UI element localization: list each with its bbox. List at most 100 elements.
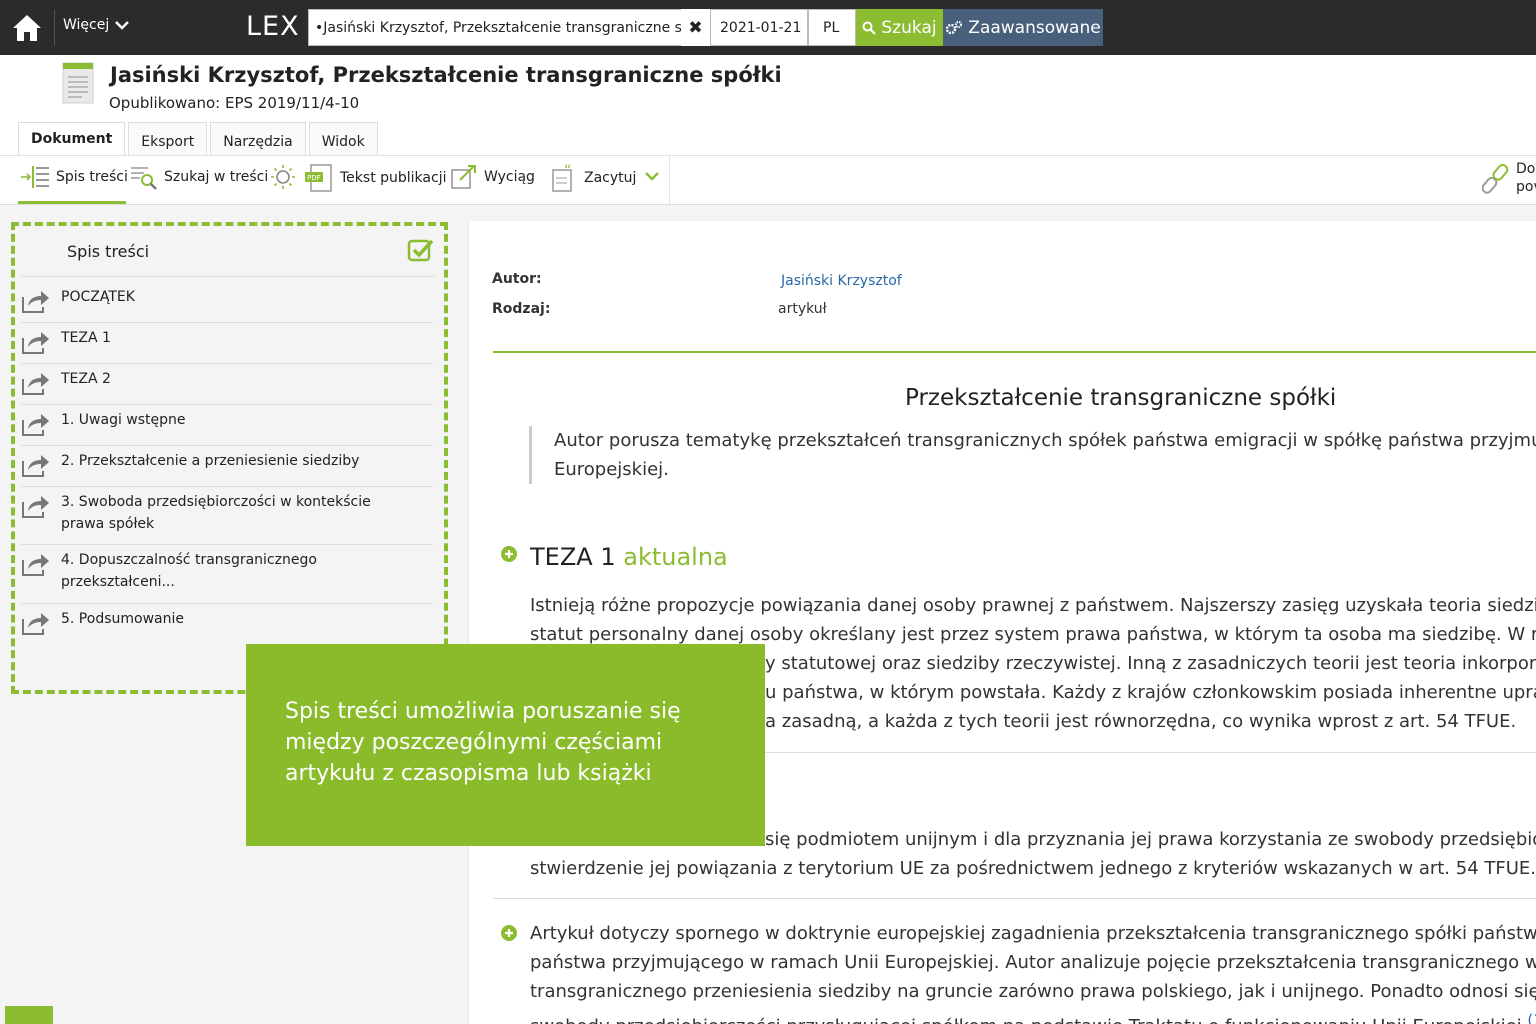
divider xyxy=(54,10,55,45)
link-icon xyxy=(1482,163,1509,194)
expand-plus-icon[interactable] xyxy=(500,545,518,563)
date-field[interactable]: 2021-01-21 xyxy=(710,9,808,46)
excerpt-label: Wyciąg xyxy=(484,169,535,185)
document-content: Autor: Jasiński Krzysztof Rodzaj: artyku… xyxy=(468,221,1536,1024)
expand-plus-icon[interactable] xyxy=(500,924,518,942)
quote-icon: “ xyxy=(552,164,572,192)
home-button[interactable] xyxy=(0,0,54,55)
toc-item-podsumowanie[interactable]: 5. Podsumowanie xyxy=(21,608,433,645)
chevron-down-icon xyxy=(645,172,659,181)
type-label: Rodzaj: xyxy=(492,301,551,317)
excerpt-icon xyxy=(451,165,476,189)
callout-line: między poszczególnymi częściami xyxy=(285,730,663,755)
toolbar-divider xyxy=(669,156,670,205)
cite-button[interactable]: “ Zacytuj xyxy=(552,164,636,192)
body-line: Artykuł dotyczy spornego w doktrynie eur… xyxy=(530,923,1536,944)
share-arrow-icon xyxy=(22,496,49,518)
tab-narzedzia[interactable]: Narzędzia xyxy=(210,122,306,155)
thesis-line: a zasadną, a każda z tych teorii jest ró… xyxy=(765,711,1517,732)
search-button-label: Szukaj xyxy=(881,17,937,38)
callout-line: artykułu z czasopisma lub książki xyxy=(285,761,652,786)
toc-item-przeksztalcenie[interactable]: 2. Przekształcenie a przeniesienie siedz… xyxy=(21,450,433,487)
more-tools-button[interactable] xyxy=(644,170,660,182)
share-arrow-icon xyxy=(22,613,49,635)
body-line: transgranicznego przeniesienia siedziby … xyxy=(530,981,1536,1002)
ribbon-tabs: Dokument Eksport Narzędzia Widok xyxy=(18,122,378,156)
header-divider xyxy=(493,351,1536,353)
settings-tab[interactable] xyxy=(5,1006,53,1024)
section-divider xyxy=(493,898,1536,899)
lightbulb-icon xyxy=(271,165,295,189)
author-label: Autor: xyxy=(492,271,542,287)
lex-logo[interactable]: LEX xyxy=(246,11,300,42)
link-label-1: Dol xyxy=(1516,161,1536,177)
share-arrow-icon xyxy=(22,373,49,395)
toc-item-label: 5. Podsumowanie xyxy=(61,611,184,627)
language-select[interactable]: PL xyxy=(808,9,856,46)
tab-eksport[interactable]: Eksport xyxy=(128,122,208,155)
share-arrow-icon xyxy=(22,332,49,354)
article-title: Przekształcenie transgraniczne spółki xyxy=(905,385,1337,411)
search-input[interactable]: •Jasiński Krzysztof, Przekształcenie tra… xyxy=(308,9,710,46)
top-bar: Więcej LEX •Jasiński Krzysztof, Przekszt… xyxy=(0,0,1536,55)
excerpt-button[interactable]: Wyciąg xyxy=(450,164,535,190)
close-icon: ✖ xyxy=(688,17,703,38)
toc-item-uwagi-wstepne[interactable]: 1. Uwagi wstępne xyxy=(21,409,433,446)
search-text-icon xyxy=(131,167,157,190)
thesis-heading: TEZA 1 aktualna xyxy=(530,543,728,571)
search-icon xyxy=(862,21,877,35)
toc-item-label: 2. Przekształcenie a przeniesienie siedz… xyxy=(61,453,360,469)
body-line-text: swobody przedsiębiorczości przysługujące… xyxy=(530,1016,1522,1024)
clear-search-button[interactable]: ✖ xyxy=(681,9,710,46)
publication-info: Opublikowano: EPS 2019/11/4-10 xyxy=(109,94,360,112)
cite-label: Zacytuj xyxy=(584,170,637,186)
toc-item-teza-1[interactable]: TEZA 1 xyxy=(21,327,433,364)
share-arrow-icon xyxy=(22,414,49,436)
thesis-2-line: się podmiotem unijnym i dla przyznania j… xyxy=(765,829,1536,850)
tooltip-callout: Spis treści umożliwia poruszanie się mię… xyxy=(246,644,765,846)
toc-item-swoboda[interactable]: 3. Swoboda przedsiębiorczości w kontekśc… xyxy=(21,491,433,545)
link-button-label: Dol pov xyxy=(1516,160,1536,196)
share-arrow-icon xyxy=(22,455,49,477)
search-button[interactable]: Szukaj xyxy=(856,9,943,46)
abstract-line: Europejskiej. xyxy=(554,459,669,480)
ribbon-toolbar: Spis treści Szukaj w treści PDF Tekst pu… xyxy=(0,155,1536,205)
more-menu-button[interactable]: Więcej xyxy=(63,17,130,33)
document-icon xyxy=(62,62,94,104)
thesis-line: y statutowej oraz siedziby rzeczywistej.… xyxy=(765,653,1536,674)
toc-item-label: TEZA 2 xyxy=(61,371,111,387)
checkbox-checked-icon[interactable] xyxy=(407,238,435,262)
more-label: Więcej xyxy=(63,17,110,33)
publication-text-label: Tekst publikacji xyxy=(340,170,447,186)
author-link[interactable]: Jasiński Krzysztof xyxy=(781,273,902,289)
publication-text-button[interactable]: PDF Tekst publikacji xyxy=(304,164,446,192)
search-in-content-label: Szukaj w treści xyxy=(164,169,269,185)
thesis-line: u państwa, w którym powstała. Każdy z kr… xyxy=(765,682,1536,703)
pdf-icon: PDF xyxy=(305,164,332,192)
brightness-button[interactable] xyxy=(268,164,298,190)
thesis-status: aktualna xyxy=(623,543,728,571)
link-button[interactable]: Dol pov xyxy=(1482,160,1536,196)
toc-item-dopuszczalnosc[interactable]: 4. Dopuszczalność transgranicznego przek… xyxy=(21,549,433,604)
toc-item-poczatek[interactable]: POCZĄTEK xyxy=(21,286,433,323)
link-label-2: pov xyxy=(1516,179,1536,195)
toc-divider xyxy=(21,276,435,277)
toc-icon xyxy=(21,166,49,188)
toc-button-label: Spis treści xyxy=(56,169,128,185)
toc-item-label: 3. Swoboda przedsiębiorczości w kontekśc… xyxy=(61,494,371,532)
svg-text:PDF: PDF xyxy=(307,174,321,182)
thesis-label: TEZA 1 xyxy=(530,543,616,571)
share-arrow-icon xyxy=(22,291,49,313)
thesis-line: Istnieją różne propozycje powiązania dan… xyxy=(530,595,1536,616)
advanced-search-button[interactable]: Zaawansowane xyxy=(943,9,1103,46)
tab-widok[interactable]: Widok xyxy=(308,122,378,155)
search-in-content-button[interactable]: Szukaj w treści xyxy=(130,164,268,190)
advanced-search-label: Zaawansowane xyxy=(968,17,1101,38)
toc-item-teza-2[interactable]: TEZA 2 xyxy=(21,368,433,405)
document-header: Jasiński Krzysztof, Przekształcenie tran… xyxy=(0,55,1536,205)
footnote-link[interactable]: (1) xyxy=(1527,1011,1536,1024)
toc-button[interactable]: Spis treści xyxy=(20,164,128,190)
abstract-line: Autor porusza tematykę przekształceń tra… xyxy=(554,430,1536,451)
tab-dokument[interactable]: Dokument xyxy=(18,122,126,156)
table-of-contents: Spis treści POCZĄTEK TEZA 1 TEZA 2 1. Uw… xyxy=(11,222,448,694)
